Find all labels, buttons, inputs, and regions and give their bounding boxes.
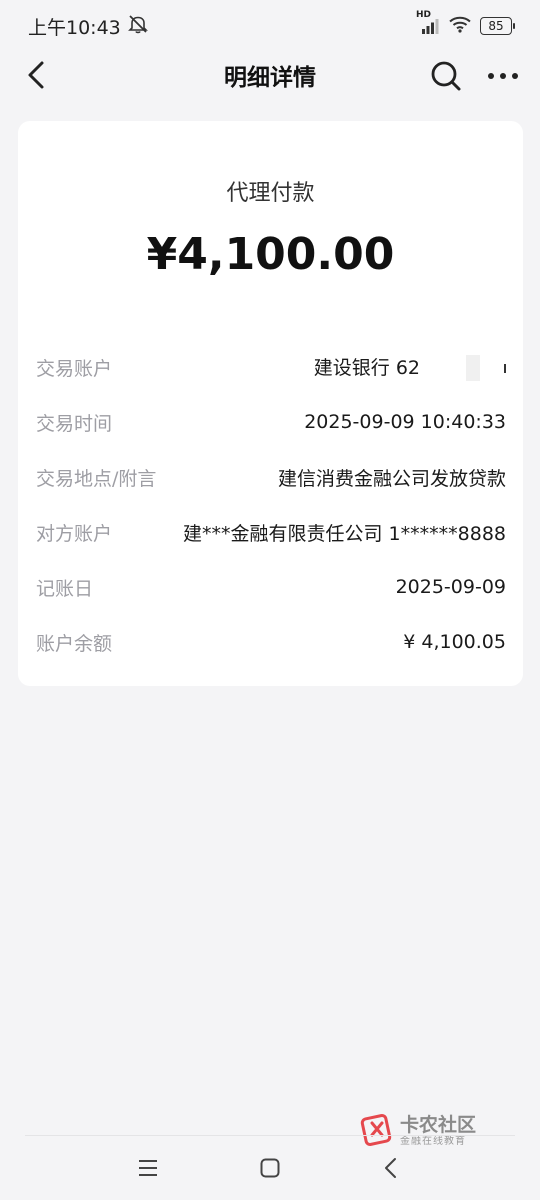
more-icon[interactable] <box>486 64 520 88</box>
detail-value: 建信消费金融公司发放贷款 <box>277 467 506 490</box>
status-time: 上午10:43 <box>28 16 121 39</box>
detail-value: ¥ 4,100.05 <box>403 631 506 653</box>
status-right: HD 85 <box>416 11 515 38</box>
detail-label: 对方账户 <box>36 522 113 545</box>
detail-label: 账户余额 <box>36 632 113 655</box>
detail-label: 交易时间 <box>36 412 113 435</box>
wifi-icon <box>448 15 472 38</box>
system-nav-bar <box>0 1140 540 1200</box>
account-value: 建设银行 62 <box>313 356 420 379</box>
masked-tail <box>504 363 506 373</box>
detail-row-balance: 账户余额 ¥ 4,100.05 <box>36 622 506 662</box>
transaction-amount: ¥4,100.00 <box>146 229 395 280</box>
back-icon[interactable] <box>382 1156 400 1180</box>
detail-label: 交易账户 <box>36 357 113 380</box>
detail-value: 建***金融有限责任公司 1******8888 <box>183 522 506 545</box>
detail-label: 交易地点/附言 <box>36 467 157 490</box>
battery-icon: 85 <box>480 17 515 35</box>
signal-icon: HD <box>416 11 440 35</box>
detail-row-time: 交易时间 2025-09-09 10:40:33 <box>36 402 506 442</box>
menu-icon[interactable] <box>137 1158 159 1178</box>
detail-value: 建设银行 62 <box>314 353 506 382</box>
search-icon[interactable] <box>430 60 462 92</box>
network-badge: HD <box>416 10 432 20</box>
transaction-card: 代理付款 ¥4,100.00 交易账户 建设银行 62 交易时间 2025-09… <box>18 121 523 686</box>
transaction-type: 代理付款 <box>226 181 315 206</box>
detail-row-posting-date: 记账日 2025-09-09 <box>36 567 506 607</box>
detail-row-counterparty: 对方账户 建***金融有限责任公司 1******8888 <box>36 512 506 552</box>
detail-row-remark: 交易地点/附言 建信消费金融公司发放贷款 <box>36 457 506 497</box>
detail-value: 2025-09-09 10:40:33 <box>304 411 506 433</box>
detail-value: 2025-09-09 <box>395 576 506 598</box>
home-icon[interactable] <box>259 1157 281 1179</box>
status-left: 上午10:43 <box>28 13 149 40</box>
chevron-left-icon[interactable] <box>22 58 54 92</box>
bottom-divider <box>25 1135 515 1136</box>
watermark-title: 卡农社区 <box>400 1114 477 1137</box>
masked-region <box>466 355 480 382</box>
page-title: 明细详情 <box>224 65 316 91</box>
mute-icon <box>127 14 149 39</box>
nav-bar: 明细详情 <box>0 52 540 98</box>
detail-row-account: 交易账户 建设银行 62 <box>36 347 506 387</box>
detail-label: 记账日 <box>36 577 94 600</box>
battery-level: 85 <box>488 19 504 33</box>
status-bar: 上午10:43 HD 85 <box>0 0 540 52</box>
